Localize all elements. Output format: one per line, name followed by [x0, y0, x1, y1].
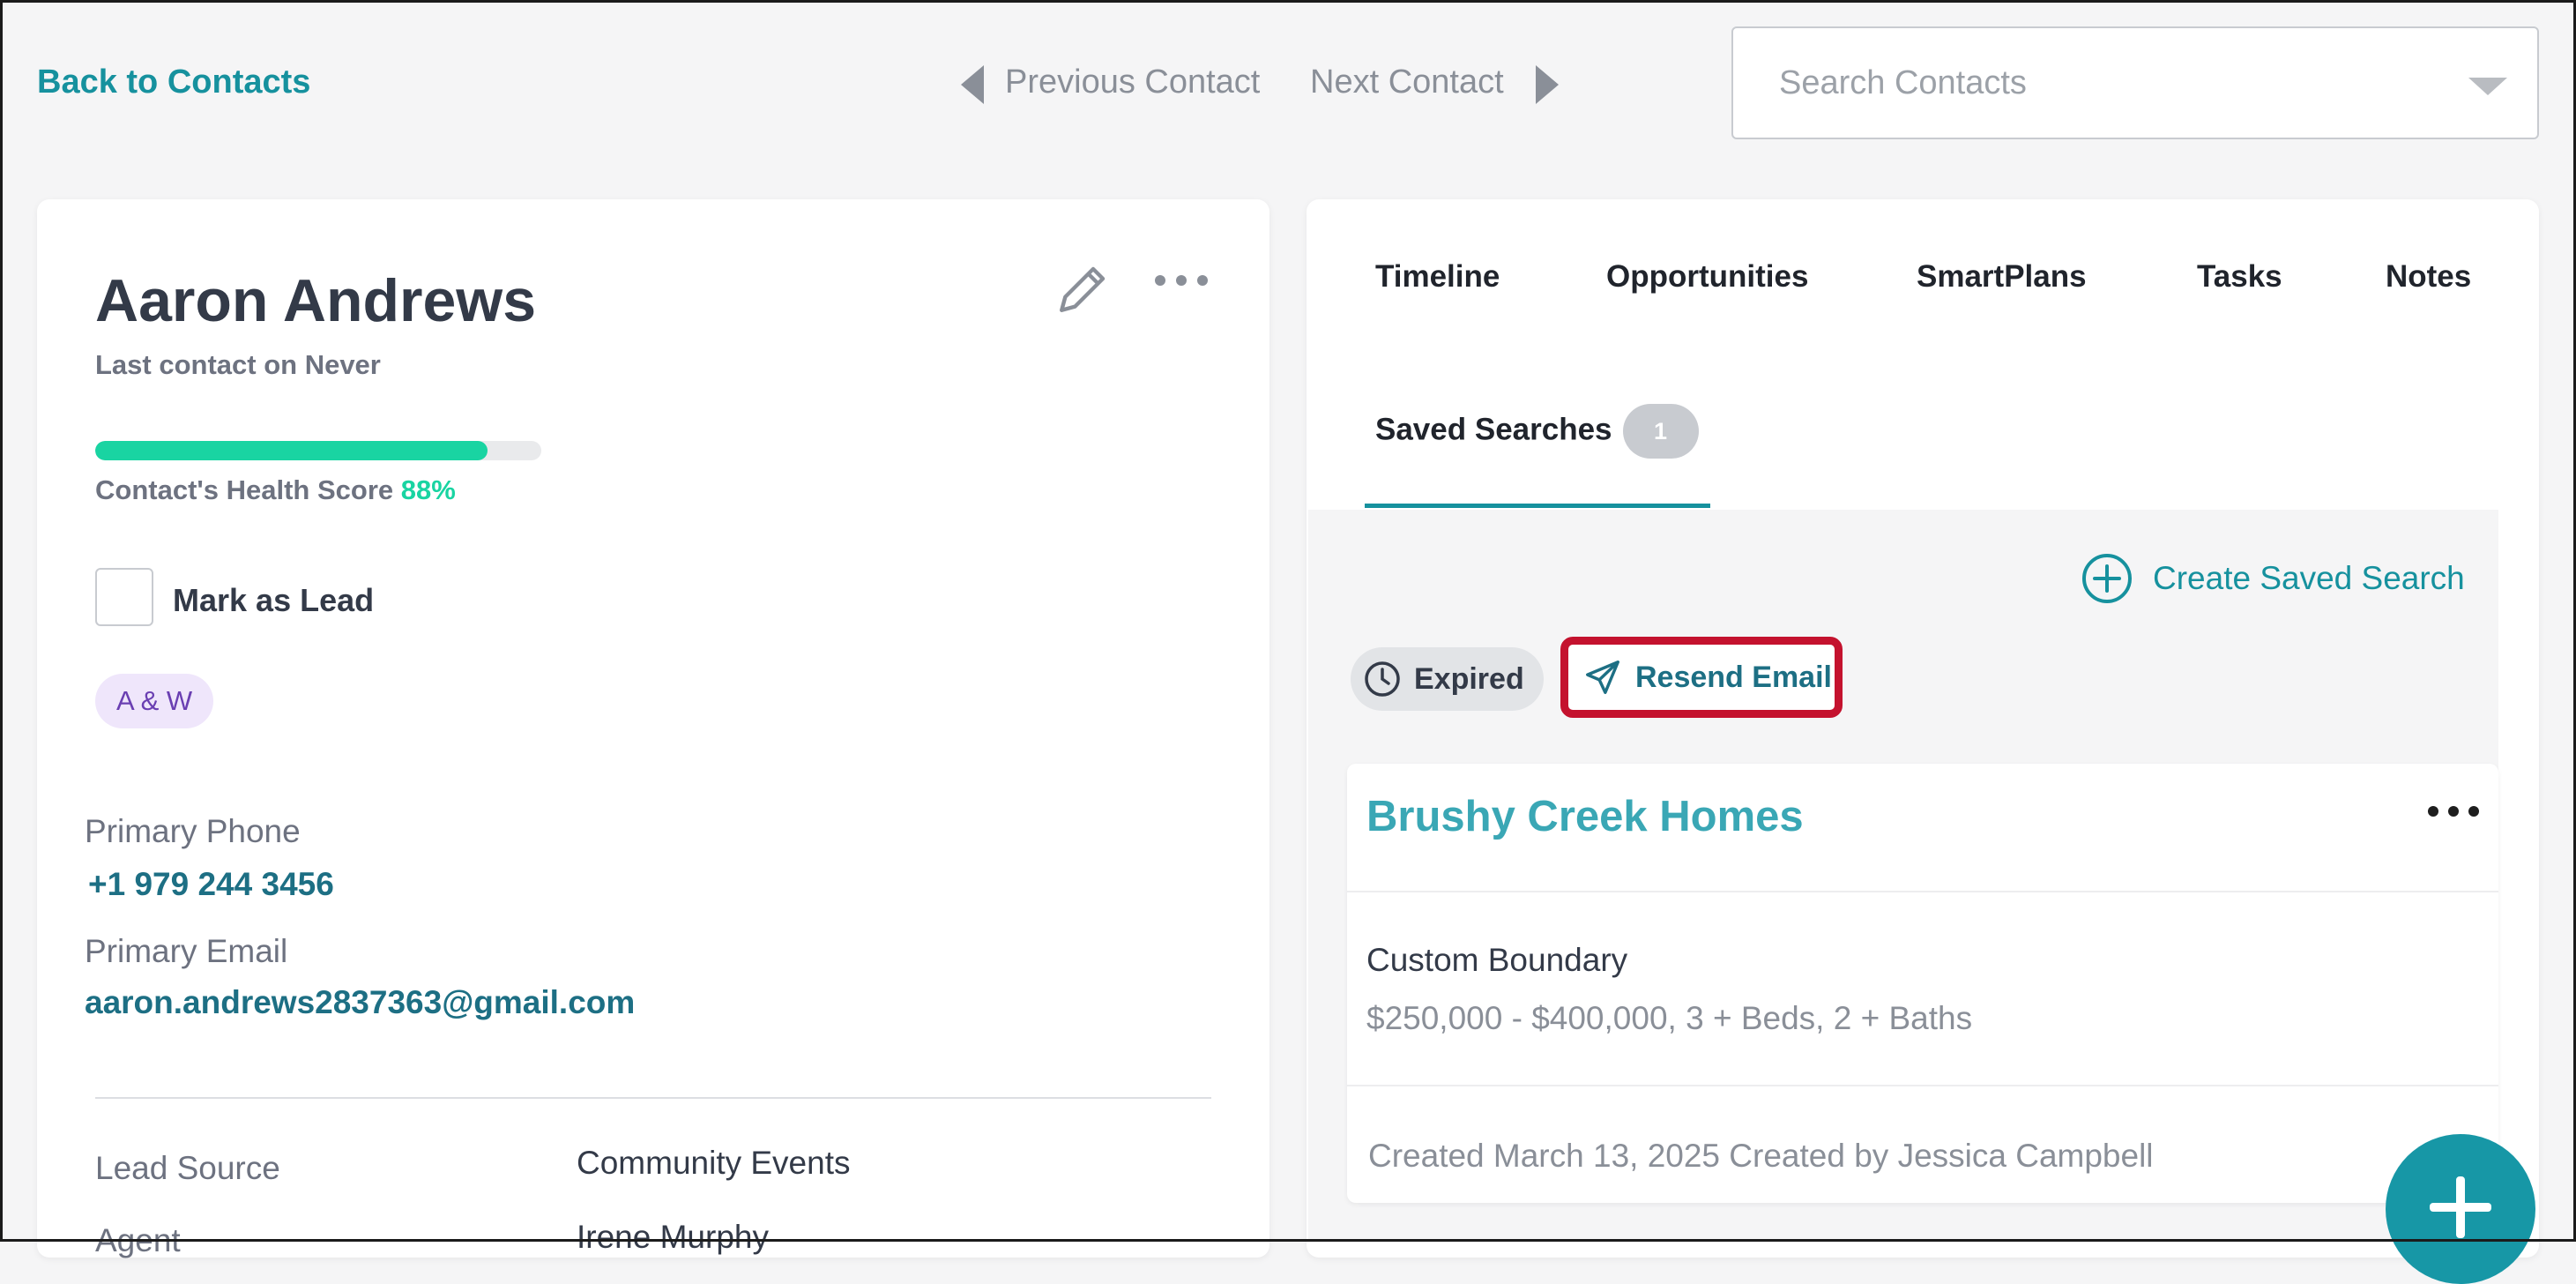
add-circle-icon: [2082, 554, 2132, 603]
add-fab-button[interactable]: [2386, 1134, 2535, 1284]
primary-phone-link[interactable]: +1 979 244 3456: [88, 866, 334, 903]
agent-value: Irene Murphy: [577, 1219, 769, 1255]
clock-icon: [1365, 661, 1400, 697]
agent-label: Agent: [95, 1222, 181, 1258]
saved-search-criteria: $250,000 - $400,000, 3 + Beds, 2 + Baths: [1366, 1000, 1973, 1036]
status-badge: Expired: [1351, 647, 1544, 711]
resend-email-button[interactable]: Resend Email: [1560, 637, 1843, 718]
more-options-icon[interactable]: [1153, 270, 1210, 295]
resend-email-label: Resend Email: [1635, 660, 1832, 694]
card-divider: [1347, 891, 2498, 892]
status-label: Expired: [1414, 661, 1524, 696]
section-divider: [95, 1097, 1211, 1099]
chevron-down-icon[interactable]: [2468, 78, 2507, 95]
card-divider: [1347, 1085, 2498, 1086]
saved-search-more-icon[interactable]: [2426, 801, 2481, 826]
mark-as-lead-label[interactable]: Mark as Lead: [173, 582, 374, 619]
lead-source-value: Community Events: [577, 1145, 851, 1181]
primary-email-link[interactable]: aaron.andrews2837363@gmail.com: [85, 984, 635, 1021]
saved-search-boundary: Custom Boundary: [1366, 942, 1628, 978]
tab-opportunities[interactable]: Opportunities: [1606, 259, 1808, 295]
contact-tag[interactable]: A & W: [95, 674, 214, 728]
chevron-right-icon[interactable]: [1536, 65, 1559, 104]
tab-notes[interactable]: Notes: [2386, 259, 2471, 295]
lead-source-label: Lead Source: [95, 1150, 280, 1186]
tab-smartplans[interactable]: SmartPlans: [1917, 259, 2087, 295]
edit-pencil-icon[interactable]: [1054, 259, 1113, 322]
create-saved-search-button[interactable]: Create Saved Search: [2081, 552, 2465, 605]
tab-timeline[interactable]: Timeline: [1375, 259, 1500, 295]
send-icon: [1586, 661, 1619, 694]
search-contacts-input[interactable]: [1777, 60, 2451, 106]
active-tab-indicator: [1365, 504, 1710, 508]
search-contacts-dropdown[interactable]: [1731, 26, 2539, 139]
health-score-value: 88%: [400, 474, 456, 505]
chevron-left-icon[interactable]: [961, 65, 984, 104]
saved-search-title[interactable]: Brushy Creek Homes: [1366, 792, 1804, 841]
primary-phone-label: Primary Phone: [85, 813, 301, 849]
health-score-fill: [95, 441, 488, 460]
health-score-text: Contact's Health Score: [95, 474, 394, 505]
primary-email-label: Primary Email: [85, 933, 288, 969]
tab-saved-searches[interactable]: Saved Searches 1: [1375, 404, 1699, 459]
mark-as-lead-checkbox[interactable]: [95, 568, 153, 626]
contact-name: Aaron Andrews: [95, 267, 537, 334]
last-contact-text: Last contact on Never: [95, 349, 381, 380]
tab-tasks[interactable]: Tasks: [2197, 259, 2282, 295]
saved-searches-count-badge: 1: [1622, 404, 1699, 459]
saved-search-created: Created March 13, 2025 Created by Jessic…: [1368, 1138, 2154, 1174]
health-score-bar: [95, 441, 541, 460]
back-to-contacts-link[interactable]: Back to Contacts: [37, 63, 310, 101]
create-saved-search-label: Create Saved Search: [2153, 560, 2465, 596]
previous-contact-link[interactable]: Previous Contact: [1005, 63, 1260, 101]
tab-saved-searches-label: Saved Searches: [1375, 412, 1612, 447]
health-score-label: Contact's Health Score 88%: [95, 474, 456, 506]
next-contact-link[interactable]: Next Contact: [1310, 63, 1504, 101]
